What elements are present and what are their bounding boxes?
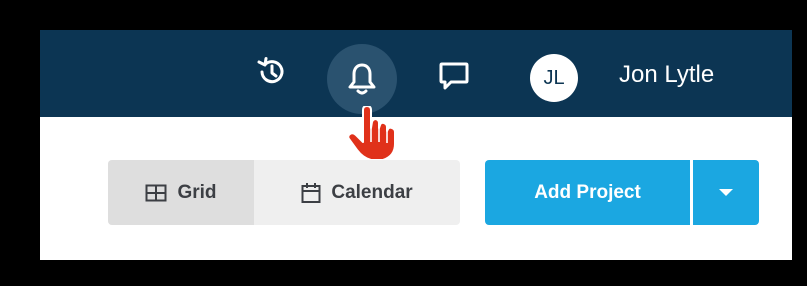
calendar-icon [301,182,321,203]
calendar-view-button[interactable]: Calendar [254,160,460,225]
user-name[interactable]: Jon Lytle [619,61,714,89]
top-navigation-bar: JL Jon Lytle [40,30,792,117]
history-button[interactable] [247,48,295,96]
messages-button[interactable] [430,52,478,100]
grid-view-button[interactable]: Grid [108,160,254,225]
avatar-initials: JL [543,66,565,89]
history-icon [257,57,284,84]
grid-view-label: Grid [177,181,217,203]
view-toggle: Grid Calendar [108,160,460,225]
screenshot-frame: JL Jon Lytle Grid Calendar Add Project [0,0,807,286]
add-project-dropdown-button[interactable] [693,160,759,225]
calendar-view-label: Calendar [331,181,413,203]
caret-down-icon [719,188,733,196]
user-avatar[interactable]: JL [530,54,578,102]
add-project-button[interactable]: Add Project [485,160,690,225]
chat-icon [439,62,469,90]
app-screen: JL Jon Lytle Grid Calendar Add Project [40,30,792,260]
bell-icon [348,63,376,95]
add-project-label: Add Project [534,181,641,203]
notifications-button[interactable] [327,44,397,114]
grid-icon [145,184,167,201]
